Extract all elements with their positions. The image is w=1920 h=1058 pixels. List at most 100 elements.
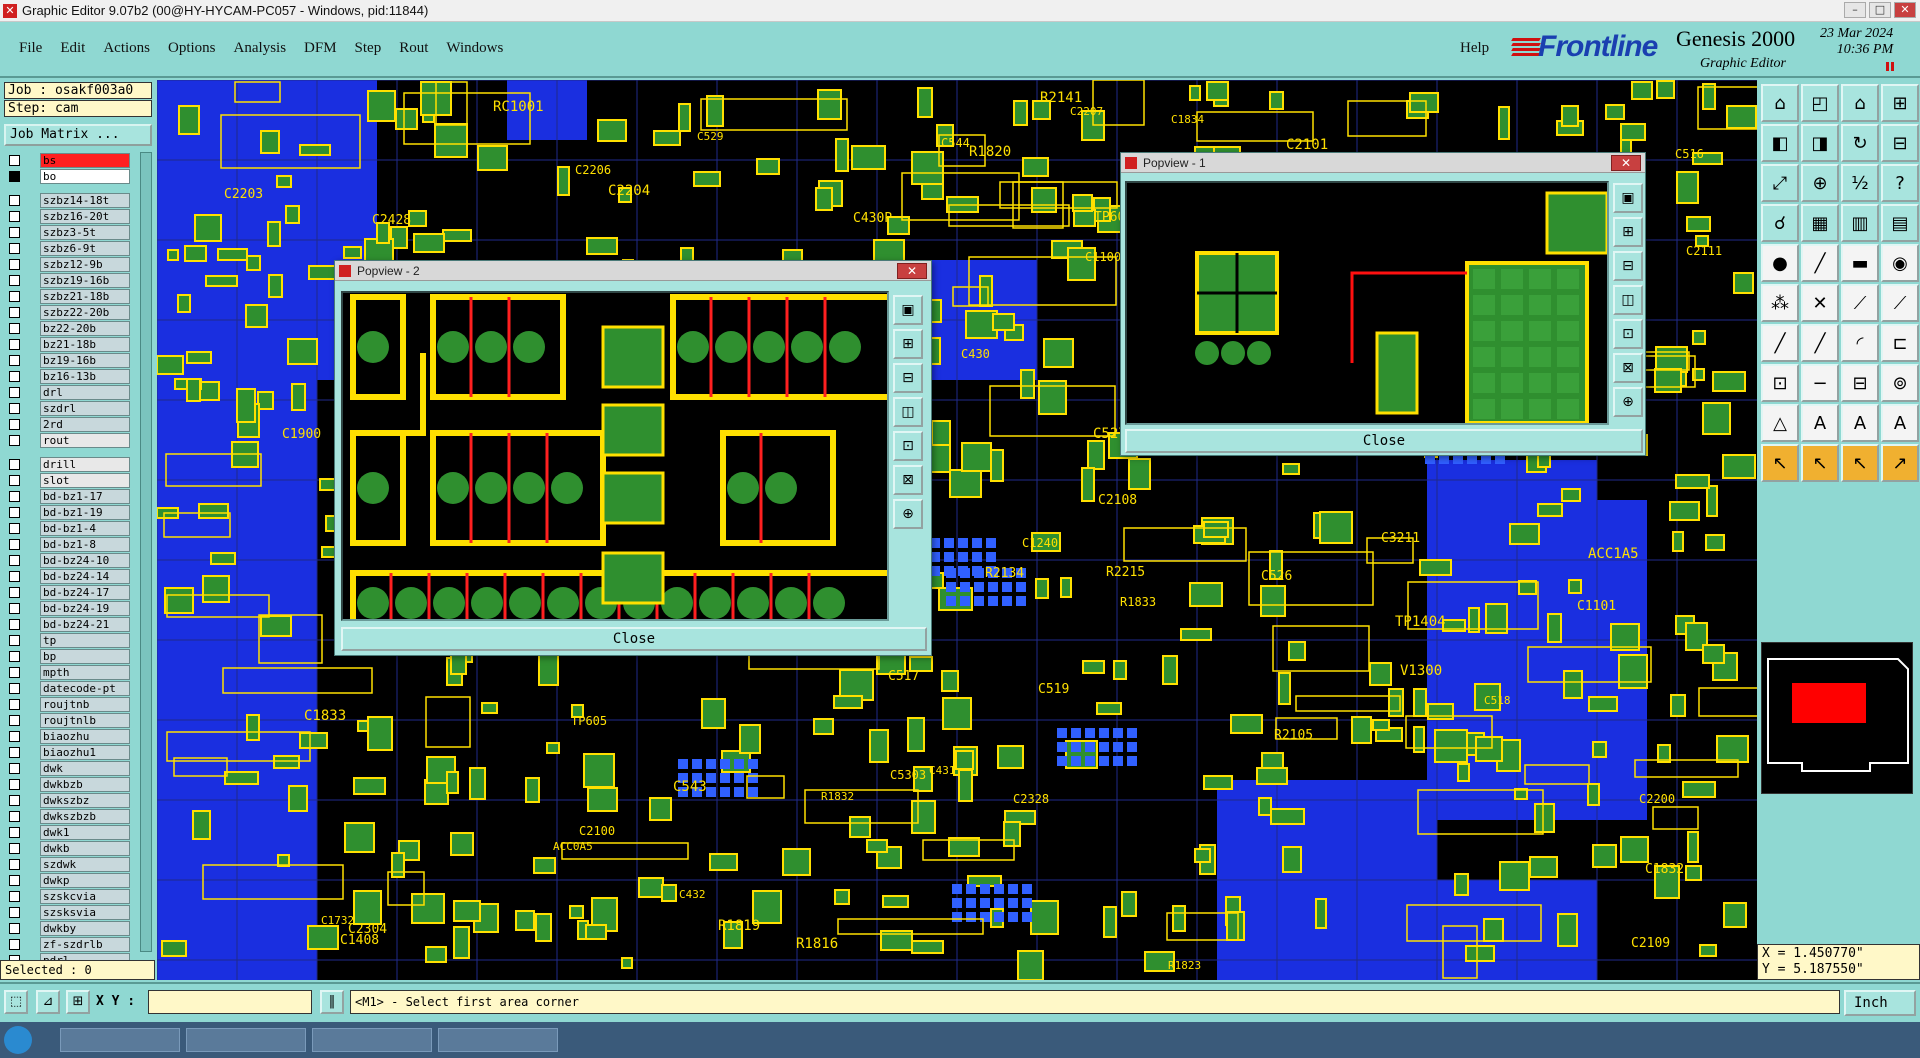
layer-checkbox[interactable]: [9, 387, 20, 398]
layer-checkbox[interactable]: [9, 371, 20, 382]
maximize-button[interactable]: □: [1869, 2, 1891, 18]
layer-checkbox[interactable]: [9, 635, 20, 646]
pointer-select-icon[interactable]: ↖: [1801, 444, 1839, 482]
pointer-measure-icon[interactable]: ↗: [1881, 444, 1919, 482]
taskbar-item[interactable]: [438, 1028, 558, 1052]
zoom-fit-icon[interactable]: ▣: [1613, 183, 1643, 213]
close-window-button[interactable]: ✕: [1894, 2, 1916, 18]
line-draw-icon[interactable]: ╱: [1761, 324, 1799, 362]
layer-checkbox[interactable]: [9, 747, 20, 758]
ruler-icon[interactable]: ▬: [1841, 244, 1879, 282]
layer-row[interactable]: drl: [6, 384, 130, 400]
layer-row[interactable]: dwkbzb: [6, 776, 130, 792]
layer-row[interactable]: szbz16-20t: [6, 208, 130, 224]
layer-checkbox[interactable]: [9, 827, 20, 838]
layer-name[interactable]: datecode-pt: [40, 681, 130, 696]
layer-row[interactable]: dwkszbz: [6, 792, 130, 808]
layer-name[interactable]: roujtnb: [40, 697, 130, 712]
layer-row[interactable]: bz16-13b: [6, 368, 130, 384]
layer-checkbox[interactable]: [9, 795, 20, 806]
layer-name[interactable]: bz16-13b: [40, 369, 130, 384]
layer-name[interactable]: szskcvia: [40, 889, 130, 904]
layer-name[interactable]: dwkszbz: [40, 793, 130, 808]
layer-checkbox[interactable]: [9, 731, 20, 742]
layer-checkbox[interactable]: [9, 539, 20, 550]
layer-name[interactable]: szbz14-18t: [40, 193, 130, 208]
layer-name[interactable]: dwkbzb: [40, 777, 130, 792]
layer-list-scrollbar[interactable]: [140, 152, 152, 952]
zoom-home-icon[interactable]: ⊠: [1613, 353, 1643, 383]
layer-row[interactable]: bd-bz1-4: [6, 520, 130, 536]
step-icon[interactable]: ⊏: [1881, 324, 1919, 362]
layer-row[interactable]: roujtnb: [6, 696, 130, 712]
xy-input[interactable]: [148, 990, 312, 1014]
layer-name[interactable]: slot: [40, 473, 130, 488]
menu-file[interactable]: File: [10, 40, 51, 57]
snap-icon[interactable]: ☌: [1761, 204, 1799, 242]
select-mode-icon[interactable]: ⬚: [4, 990, 28, 1014]
layer-row[interactable]: szdrl: [6, 400, 130, 416]
pan-right-icon[interactable]: ◨: [1801, 124, 1839, 162]
layer-checkbox[interactable]: [9, 763, 20, 774]
layer-row[interactable]: dwkp: [6, 872, 130, 888]
taskbar-item[interactable]: [186, 1028, 306, 1052]
layer-checkbox[interactable]: [9, 587, 20, 598]
layer-checkbox[interactable]: [9, 811, 20, 822]
layer-checkbox[interactable]: [9, 243, 20, 254]
layer-name[interactable]: bd-bz24-10: [40, 553, 130, 568]
pointer-icon[interactable]: ↖: [1761, 444, 1799, 482]
layer-checkbox[interactable]: [9, 291, 20, 302]
center-icon[interactable]: ⊕: [1801, 164, 1839, 202]
layer-name[interactable]: rout: [40, 433, 130, 448]
layer-row[interactable]: dwk1: [6, 824, 130, 840]
layer-row[interactable]: szskcvia: [6, 888, 130, 904]
zoom-area-icon[interactable]: ◫: [893, 397, 923, 427]
layer-row[interactable]: drill: [6, 456, 130, 472]
layer-checkbox[interactable]: [9, 195, 20, 206]
layer-checkbox[interactable]: [9, 603, 20, 614]
layer-name[interactable]: dwkby: [40, 921, 130, 936]
layer-name[interactable]: szbz12-9b: [40, 257, 130, 272]
zoom-window-icon[interactable]: ◰: [1801, 84, 1839, 122]
layer-name[interactable]: szbz21-18b: [40, 289, 130, 304]
layer-row[interactable]: bz22-20b: [6, 320, 130, 336]
zoom-fit-icon[interactable]: ▣: [893, 295, 923, 325]
layer-row[interactable]: bd-bz24-19: [6, 600, 130, 616]
layer-checkbox[interactable]: [9, 275, 20, 286]
zoom-home-icon[interactable]: ⌂: [1761, 84, 1799, 122]
menu-analysis[interactable]: Analysis: [225, 40, 296, 57]
layer-row[interactable]: szbz14-18t: [6, 192, 130, 208]
home-view-icon[interactable]: ⌂: [1841, 84, 1879, 122]
layer-row[interactable]: bs: [6, 152, 130, 168]
layer-info-icon[interactable]: ▤: [1881, 204, 1919, 242]
layer-name[interactable]: bp: [40, 649, 130, 664]
layer-row[interactable]: roujtnlb: [6, 712, 130, 728]
redraw-icon[interactable]: ↻: [1841, 124, 1879, 162]
zoom-in-icon[interactable]: ⊞: [893, 329, 923, 359]
layer-name[interactable]: szdrl: [40, 401, 130, 416]
layer-checkbox[interactable]: [9, 619, 20, 630]
layer-name[interactable]: szdwk: [40, 857, 130, 872]
fit-icon[interactable]: ⤢: [1761, 164, 1799, 202]
layer-checkbox[interactable]: [9, 475, 20, 486]
layer-checkbox[interactable]: [9, 259, 20, 270]
menu-actions[interactable]: Actions: [94, 40, 159, 57]
pointer-move-icon[interactable]: ↖: [1841, 444, 1879, 482]
layer-name[interactable]: bd-bz24-17: [40, 585, 130, 600]
layer-name[interactable]: drl: [40, 385, 130, 400]
menu-edit[interactable]: Edit: [51, 40, 94, 57]
menu-options[interactable]: Options: [159, 40, 225, 57]
layer-name[interactable]: bz22-20b: [40, 321, 130, 336]
layer-row[interactable]: bd-bz24-14: [6, 568, 130, 584]
minimize-button[interactable]: –: [1844, 2, 1866, 18]
layer-row[interactable]: szbz6-9t: [6, 240, 130, 256]
layer-checkbox[interactable]: [9, 307, 20, 318]
zoom-out-icon[interactable]: ⊟: [1881, 124, 1919, 162]
menu-help[interactable]: Help: [1460, 40, 1489, 57]
layer-checkbox[interactable]: [9, 419, 20, 430]
layer-row[interactable]: dwkszbzb: [6, 808, 130, 824]
zoom-out-icon[interactable]: ⊟: [893, 363, 923, 393]
layer-checkbox[interactable]: [9, 859, 20, 870]
layer-red-icon[interactable]: ▥: [1841, 204, 1879, 242]
layer-row[interactable]: biaozhu: [6, 728, 130, 744]
